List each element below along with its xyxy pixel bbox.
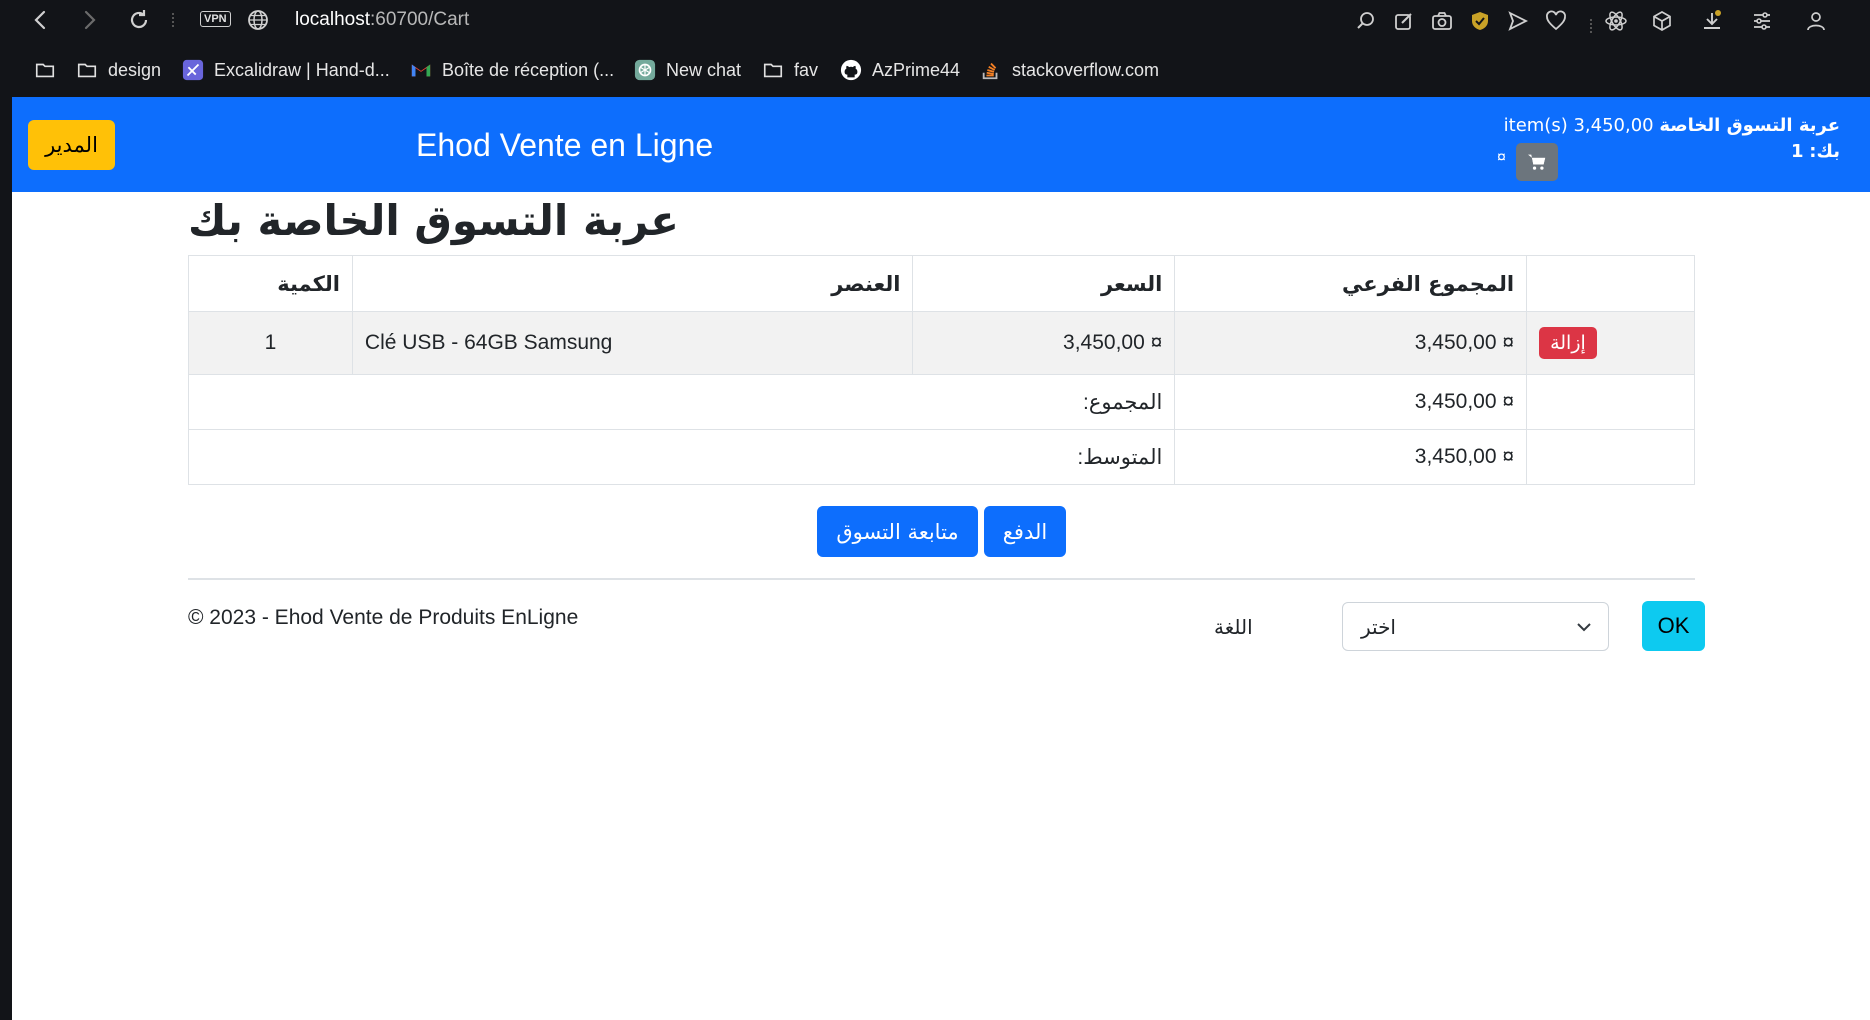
cell-subtotal: 3,450,00 ¤ [1174,311,1528,375]
cart-summary-label: عربة التسوق الخاصة بك: [1659,115,1840,162]
footer-divider [188,578,1695,580]
bookmark-new-chat[interactable]: New chat [634,58,741,82]
bookmark-label: Excalidraw | Hand-d... [214,59,390,80]
shield-icon[interactable] [1466,6,1494,36]
ok-button[interactable]: OK [1642,601,1705,651]
language-label: اللغة [1214,615,1253,639]
bookmark-excalidraw[interactable]: Excalidraw | Hand-d... [182,58,390,82]
folder-icon [77,63,97,78]
language-select[interactable]: اختر [1342,602,1609,651]
average-value: 3,450,00 ¤ [1174,429,1528,485]
bookmark-fav[interactable]: fav [762,58,818,82]
site-navbar: المدير Ehod Vente en Ligne item(s) 3,450… [12,97,1870,192]
extensions-cube-icon[interactable] [1648,6,1676,36]
average-row: :المتوسط 3,450,00 ¤ [187,429,1695,485]
total-label: :المجموع [187,374,1176,430]
chatgpt-icon [634,59,656,81]
edit-icon[interactable] [1390,6,1418,36]
total-row: :المجموع 3,450,00 ¤ [187,374,1695,430]
toolbar-separator [1590,19,1592,33]
cart-icon [1528,154,1546,170]
header-price: السعر [912,255,1176,312]
header-actions [1526,255,1695,312]
address-bar-row: VPN localhost:60700/Cart [0,0,1870,42]
vpn-badge[interactable]: VPN [200,11,231,27]
bookmark-label: New chat [666,59,742,80]
excalidraw-icon [182,59,204,81]
average-label: :المتوسط [187,429,1176,485]
reload-icon[interactable] [126,8,152,34]
folder-icon [763,63,783,78]
folder-icon [35,63,55,78]
bookmark-design[interactable]: design [76,58,161,82]
url-field[interactable]: localhost:60700/Cart [295,9,469,31]
bookmark-folder[interactable] [34,58,56,82]
react-devtools-icon[interactable] [1602,6,1630,36]
heart-icon[interactable] [1542,6,1570,36]
github-icon [840,59,862,81]
camera-icon[interactable] [1428,6,1456,36]
language-selected-value: اختر [1361,615,1396,639]
bookmark-label: design [108,59,162,80]
bookmark-label: stackoverflow.com [1012,59,1160,80]
cell-quantity: 1 [188,311,353,375]
bookmark-azprime44[interactable]: AzPrime44 [840,58,960,82]
cell-remove: إزالة [1526,311,1695,375]
send-icon[interactable] [1504,6,1532,36]
cell-price: 3,450,00 ¤ [912,311,1176,375]
bookmark-gmail[interactable]: Boîte de réception (... [410,58,614,82]
zoom-search-icon[interactable] [1352,6,1380,36]
browser-chrome: VPN localhost:60700/Cart design Excalidr… [0,0,1870,97]
table-header-row: الكمية العنصر السعر المجموع الفرعي [188,255,1695,312]
cart-summary-items: item(s) 3,450,00 [1503,115,1654,136]
site-brand[interactable]: Ehod Vente en Ligne [416,127,713,164]
forward-icon[interactable] [76,8,102,34]
average-empty-cell [1526,429,1695,485]
url-path: :60700/Cart [370,9,470,30]
table-row: 1 Clé USB - 64GB Samsung 3,450,00 ¤ 3,45… [188,311,1695,375]
profile-icon[interactable] [1802,6,1830,36]
globe-icon[interactable] [246,8,270,37]
footer-copyright: © 2023 - Ehod Vente de Produits EnLigne [188,606,579,629]
gmail-icon [411,64,431,77]
bookmark-label: Boîte de réception (... [442,59,615,80]
stackoverflow-icon [982,62,998,80]
back-icon[interactable] [28,8,54,34]
cart-button[interactable] [1516,143,1558,181]
header-subtotal: المجموع الفرعي [1174,255,1528,312]
cart-table: الكمية العنصر السعر المجموع الفرعي 1 Clé… [187,255,1695,485]
url-host: localhost [295,9,370,30]
chevron-down-icon [1577,623,1591,632]
continue-shopping-button[interactable]: متابعة التسوق [817,506,978,557]
toolbar-separator [172,13,174,27]
remove-button[interactable]: إزالة [1539,327,1597,359]
bookmark-label: AzPrime44 [872,59,961,80]
bookmark-stackoverflow[interactable]: stackoverflow.com [980,58,1159,82]
currency-sign: ¤ [1497,149,1506,166]
cart-summary-count: 1 [1791,141,1804,162]
checkout-button[interactable]: الدفع [984,506,1066,557]
window-edge [0,97,12,1020]
total-value: 3,450,00 ¤ [1174,374,1528,430]
page-title: عربة التسوق الخاصة بك [188,196,679,245]
admin-button[interactable]: المدير [28,120,115,170]
total-empty-cell [1526,374,1695,430]
header-item: العنصر [351,255,914,312]
bookmark-label: fav [794,59,819,80]
download-icon[interactable] [1698,6,1726,36]
bookmarks-bar: design Excalidraw | Hand-d... Boîte de r… [0,48,1870,92]
cell-item: Clé USB - 64GB Samsung [351,311,914,375]
header-quantity: الكمية [188,255,353,312]
settings-sliders-icon[interactable] [1748,6,1776,36]
